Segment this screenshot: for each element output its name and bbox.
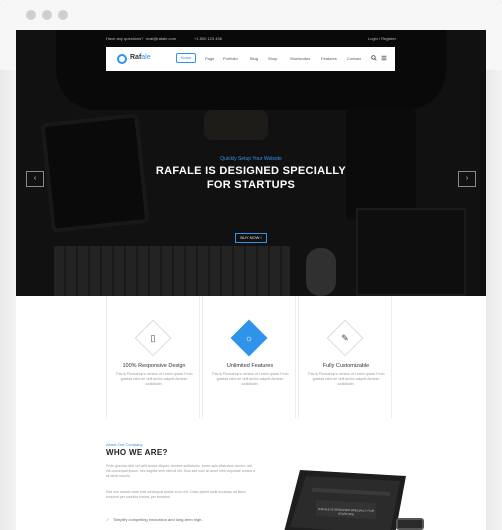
nav-item-contact[interactable]: Contact <box>347 56 361 61</box>
browser-frame: Have any questions? mail@rafale.com +1 8… <box>0 0 502 530</box>
pencil-icon: ✎ <box>341 333 349 343</box>
about-section: About Our Company WHO WE ARE? Proin grav… <box>16 418 486 530</box>
feature-title: Unlimited Features <box>226 363 274 369</box>
nav-item-features[interactable]: Features <box>321 56 337 61</box>
about-bullet: ✓ Simplify compelling innovation and long… <box>106 517 203 522</box>
window-minimize-dot[interactable] <box>42 10 52 20</box>
tablet-mockup <box>396 518 424 530</box>
feature-title: 100% Responsive Design <box>122 363 186 369</box>
feature-desc: This is Photoshop's version of Lorem Ips… <box>115 372 193 386</box>
feature-card: ✎ Fully Customizable This is Photoshop's… <box>298 296 392 418</box>
topbar-account[interactable]: Login / Register <box>368 36 396 41</box>
about-paragraph: Sed non mauris vitae erat consequat auct… <box>106 490 246 499</box>
nav-item-page[interactable]: Page <box>205 56 214 61</box>
hero-section: Have any questions? mail@rafale.com +1 8… <box>16 30 486 296</box>
hero-title: RAFALE IS DESIGNED SPECIALLY FOR STARTUP… <box>16 164 486 192</box>
logo-icon[interactable] <box>117 54 127 64</box>
feature-title: Fully Customizable <box>322 363 370 369</box>
feature-desc: This is Photoshop's version of Lorem Ips… <box>211 372 289 386</box>
about-title: WHO WE ARE? <box>106 448 168 457</box>
feature-card: ▯ 100% Responsive Design This is Photosh… <box>106 296 200 418</box>
window-close-dot[interactable] <box>26 10 36 20</box>
mobile-icon: ▯ <box>150 333 156 343</box>
feature-card: ☼ Unlimited Features This is Photoshop's… <box>202 296 296 418</box>
prev-slide-icon[interactable]: ‹ <box>26 171 44 187</box>
features-section: ▯ 100% Responsive Design This is Photosh… <box>16 296 486 418</box>
frame-left-edge <box>0 70 16 530</box>
feature-desc: This is Photoshop's version of Lorem Ips… <box>307 372 385 386</box>
hero-kicker: Quickly Setup Your Website <box>220 156 282 162</box>
topbar-email[interactable]: mail@rafale.com <box>146 36 176 41</box>
lightbulb-icon: ☼ <box>244 333 254 343</box>
main-navbar: Rafale Home Page Portfolio Blog Shop Sho… <box>106 47 395 71</box>
nav-item-portfolio[interactable]: Portfolio <box>223 56 238 61</box>
about-kicker: About Our Company <box>106 442 143 447</box>
nav-item-shortcodes[interactable]: Shortcodes <box>290 56 310 61</box>
top-info-bar: Have any questions? mail@rafale.com +1 8… <box>16 36 486 46</box>
nav-item-home[interactable]: Home <box>176 53 196 63</box>
next-slide-icon[interactable]: › <box>458 171 476 187</box>
check-icon: ✓ <box>106 517 110 522</box>
search-icon[interactable] <box>371 55 377 61</box>
menu-icon[interactable] <box>381 55 387 61</box>
nav-item-blog[interactable]: Blog <box>250 56 258 61</box>
topbar-question: Have any questions? <box>106 36 144 41</box>
about-bullet-text: Simplify compelling innovation and long-… <box>113 517 203 522</box>
topbar-phone[interactable]: +1 800 123 456 <box>194 36 222 41</box>
hero-title-line2: FOR STARTUPS <box>206 179 296 191</box>
about-paragraph: Proin gravida nibh vel velit auctor aliq… <box>106 464 256 478</box>
hero-title-line1: RAFALE IS DESIGNED SPECIALLY <box>155 165 347 177</box>
nav-item-shop[interactable]: Shop <box>268 56 277 61</box>
buy-now-button[interactable]: BUY NOW ! <box>235 233 267 243</box>
logo[interactable]: Rafale <box>130 54 151 61</box>
laptop-mockup <box>284 470 406 530</box>
window-maximize-dot[interactable] <box>58 10 68 20</box>
frame-right-edge <box>486 70 502 530</box>
browser-title-bar <box>0 0 502 30</box>
website-preview: Have any questions? mail@rafale.com +1 8… <box>16 30 486 530</box>
